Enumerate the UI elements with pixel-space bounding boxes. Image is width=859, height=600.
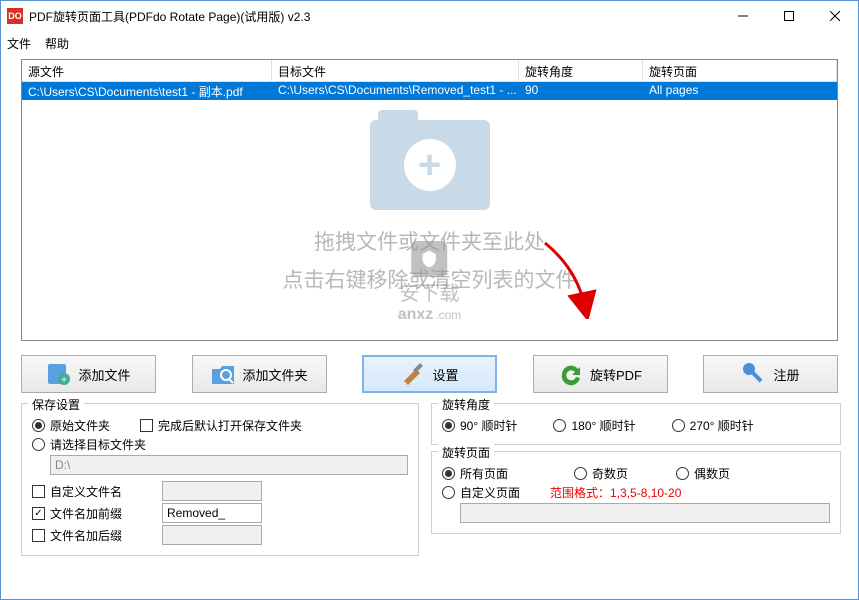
add-folder-label: 添加文件夹 [242,365,307,384]
tools-icon [400,361,426,387]
titlebar: DO PDF旋转页面工具(PDFdo Rotate Page)(试用版) v2.… [1,1,858,31]
pages-custom-radio[interactable]: 自定义页面 [442,484,520,501]
save-settings-fieldset: 保存设置 原始文件夹 完成后默认打开保存文件夹 请选择目标文件夹 自定义文件名 … [21,403,419,556]
angle-270-radio[interactable]: 270° 顺时针 [672,417,754,434]
add-folder-button[interactable]: 添加文件夹 [192,355,327,393]
watermark-anxz: anxz [398,306,434,324]
watermark-big: 安下载 [400,277,460,306]
toolbar: + 添加文件 添加文件夹 设置 旋转PDF 注册 [1,341,858,403]
main-area: 源文件 目标文件 旋转角度 旋转页面 C:\Users\CS\Documents… [1,55,858,341]
file-add-icon: + [46,361,72,387]
grid-header: 源文件 目标文件 旋转角度 旋转页面 [22,60,837,82]
menu-help[interactable]: 帮助 [45,35,69,52]
file-grid[interactable]: 源文件 目标文件 旋转角度 旋转页面 C:\Users\CS\Documents… [21,59,838,341]
rotate-pages-title: 旋转页面 [438,444,494,461]
rotate-arrow-icon [558,361,584,387]
col-source[interactable]: 源文件 [22,60,272,82]
cell-angle: 90 [519,82,643,100]
col-target[interactable]: 目标文件 [272,60,519,82]
rotate-pages-fieldset: 旋转页面 所有页面 奇数页 偶数页 自定义页面 范围格式：1,3,5-8,10-… [431,451,841,534]
save-settings-title: 保存设置 [28,396,84,413]
window-controls [720,1,858,31]
menu-file[interactable]: 文件 [7,35,31,52]
rotate-angle-fieldset: 旋转角度 90° 顺时针 180° 顺时针 270° 顺时针 [431,403,841,445]
cell-source: C:\Users\CS\Documents\test1 - 副本.pdf [22,82,272,100]
angle-90-radio[interactable]: 90° 顺时针 [442,417,517,434]
cell-pages: All pages [643,82,837,100]
pages-all-radio[interactable]: 所有页面 [442,465,508,482]
rotate-pdf-button[interactable]: 旋转PDF [533,355,668,393]
open-after-checkbox[interactable]: 完成后默认打开保存文件夹 [140,417,302,434]
svg-text:+: + [62,375,68,386]
rotate-angle-title: 旋转角度 [438,396,494,413]
choose-folder-radio[interactable]: 请选择目标文件夹 [32,436,146,453]
add-suffix-checkbox[interactable]: 文件名加后缀 [32,527,122,544]
dropzone: 拖拽文件或文件夹至此处 点击右键移除或清空列表的文件 安下载 anxz.com [22,100,837,340]
settings-label: 设置 [432,365,458,384]
folder-search-icon [210,361,236,387]
menubar: 文件 帮助 [1,31,858,55]
register-button[interactable]: 注册 [703,355,838,393]
orig-folder-radio[interactable]: 原始文件夹 [32,417,110,434]
watermark-icon [412,241,448,277]
lower-panels: 保存设置 原始文件夹 完成后默认打开保存文件夹 请选择目标文件夹 自定义文件名 … [1,403,858,556]
col-pages[interactable]: 旋转页面 [643,60,837,82]
red-arrow-icon [537,239,597,324]
prefix-input[interactable] [162,503,262,523]
key-icon [741,361,767,387]
app-icon: DO [7,8,23,24]
folder-plus-icon [370,120,490,210]
watermark-com: .com [435,308,461,322]
close-button[interactable] [812,1,858,31]
custom-name-checkbox[interactable]: 自定义文件名 [32,483,122,500]
col-angle[interactable]: 旋转角度 [519,60,643,82]
cell-target: C:\Users\CS\Documents\Removed_test1 - ..… [272,82,519,100]
register-label: 注册 [773,365,799,384]
pages-even-radio[interactable]: 偶数页 [676,465,730,482]
add-file-label: 添加文件 [78,365,130,384]
watermark: 安下载 anxz.com [398,241,462,324]
rotate-pdf-label: 旋转PDF [590,365,642,384]
suffix-input[interactable] [162,525,262,545]
range-hint: 范围格式：1,3,5-8,10-20 [550,484,681,501]
settings-button[interactable]: 设置 [362,355,497,393]
add-file-button[interactable]: + 添加文件 [21,355,156,393]
custom-pages-input[interactable] [460,503,830,523]
angle-180-radio[interactable]: 180° 顺时针 [553,417,635,434]
window-title: PDF旋转页面工具(PDFdo Rotate Page)(试用版) v2.3 [29,8,310,25]
target-path-input[interactable] [50,455,408,475]
custom-name-input[interactable] [162,481,262,501]
add-prefix-checkbox[interactable]: 文件名加前缀 [32,505,122,522]
maximize-button[interactable] [766,1,812,31]
pages-odd-radio[interactable]: 奇数页 [574,465,628,482]
table-row[interactable]: C:\Users\CS\Documents\test1 - 副本.pdf C:\… [22,82,837,100]
minimize-button[interactable] [720,1,766,31]
